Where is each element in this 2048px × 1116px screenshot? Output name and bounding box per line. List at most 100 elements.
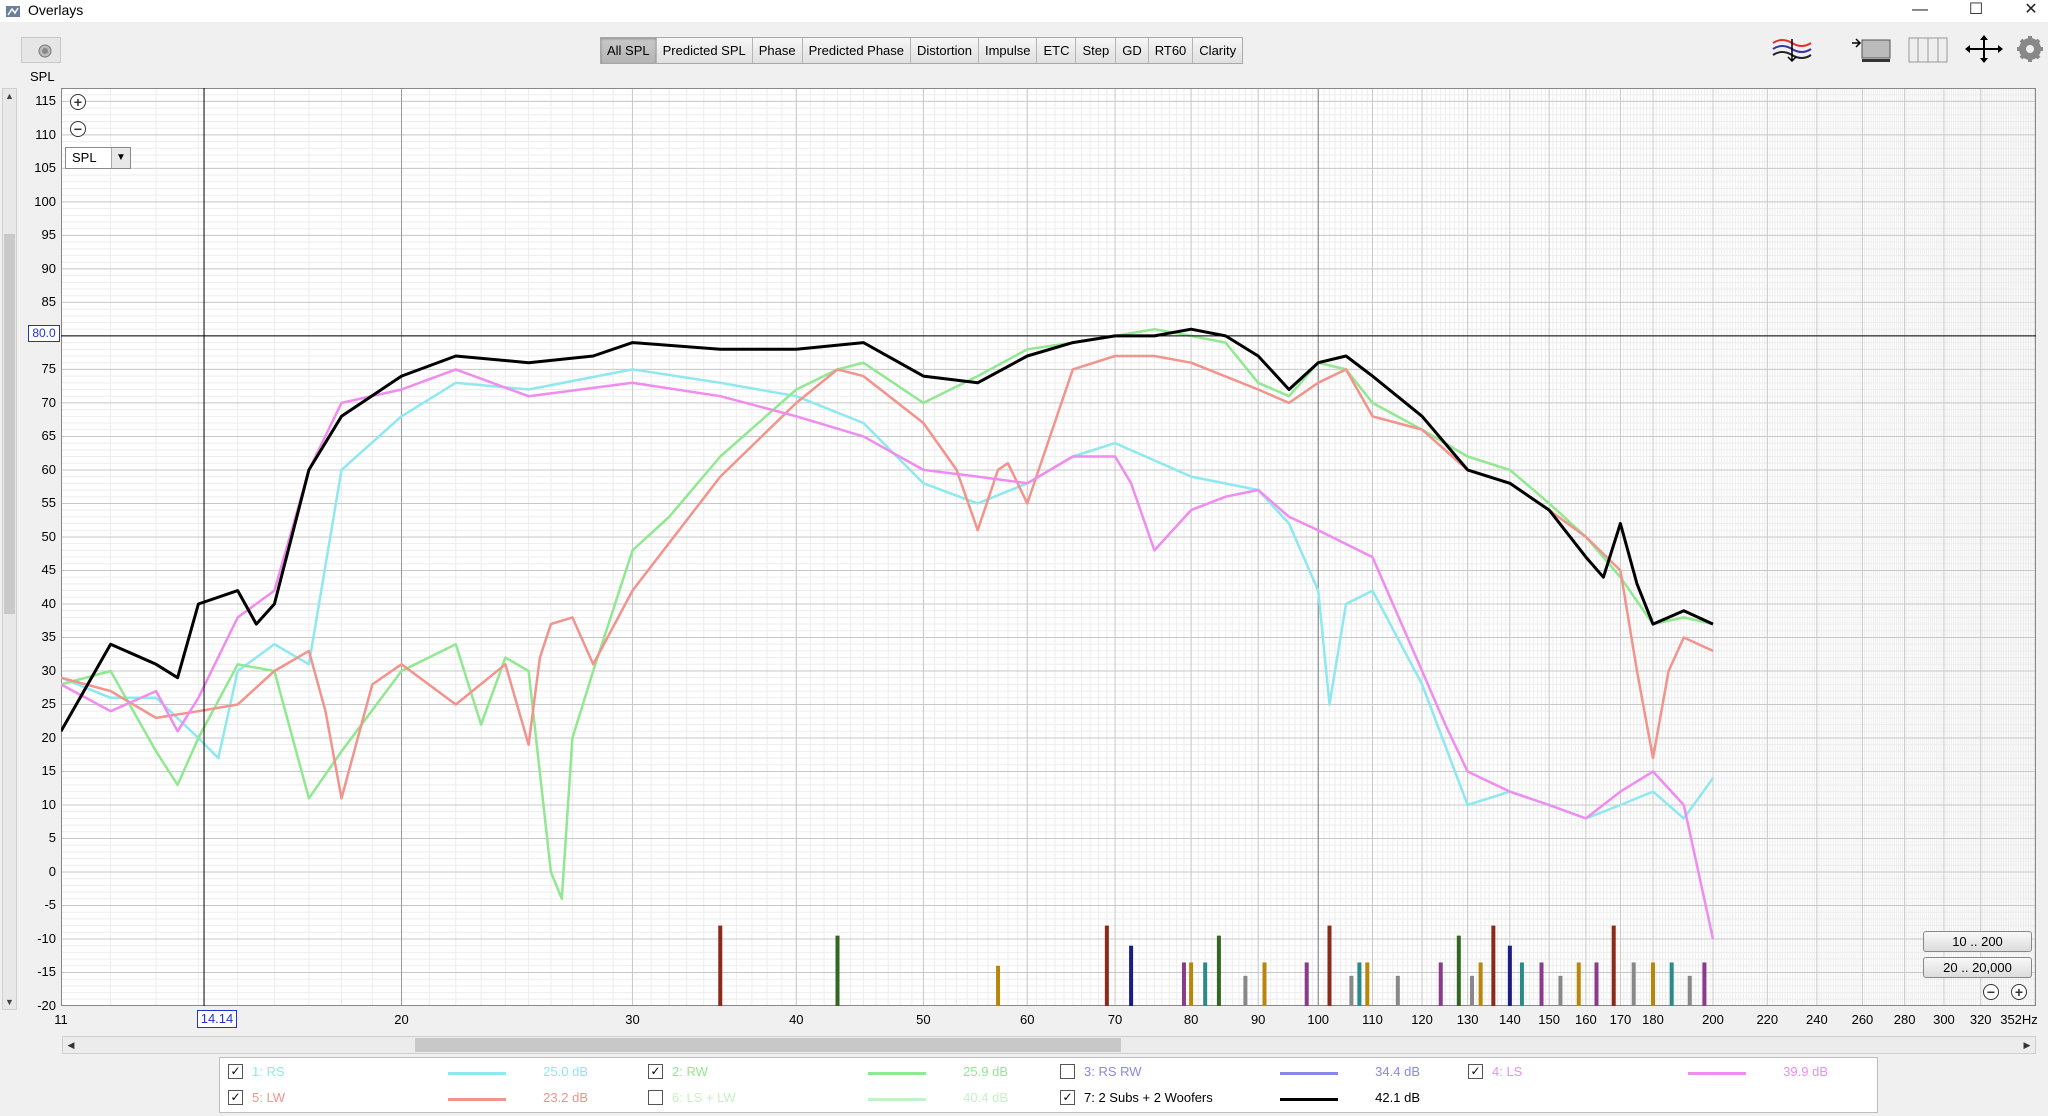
bar-marker <box>1181 962 1186 1006</box>
x-tick-label: 40 <box>789 1012 804 1027</box>
legend-label: 2: RW <box>672 1064 708 1079</box>
bar-marker <box>1631 962 1636 1006</box>
x-tick-label: 220 <box>1756 1012 1779 1027</box>
legend-value: 34.4 dB <box>1375 1064 1420 1079</box>
tab-phase[interactable]: Phase <box>752 38 803 63</box>
tab-step[interactable]: Step <box>1076 38 1117 63</box>
x-tick-label: 60 <box>1020 1012 1035 1027</box>
legend-swatch <box>448 1098 506 1101</box>
y-tick-label: -15 <box>37 964 56 980</box>
y-tick-label: 5 <box>48 830 56 846</box>
legend-label: 6: LS + LW <box>672 1090 736 1105</box>
legend-checkbox[interactable]: ✓ <box>1060 1090 1075 1105</box>
x-tick-label: 130 <box>1456 1012 1479 1027</box>
legend-value: 25.0 dB <box>543 1064 588 1079</box>
tab-clarity[interactable]: Clarity <box>1193 38 1243 63</box>
y-axis-title: SPL <box>30 69 55 84</box>
move-arrows-icon[interactable] <box>1962 33 2006 65</box>
bar-marker <box>1558 975 1563 1006</box>
tab-predicted-phase[interactable]: Predicted Phase <box>802 38 912 63</box>
x-tick-label: 280 <box>1893 1012 1916 1027</box>
x-tick-label: 260 <box>1851 1012 1874 1027</box>
y-tick-label: -10 <box>37 930 56 946</box>
legend-checkbox[interactable] <box>1060 1064 1075 1079</box>
x-tick-label: 140 <box>1498 1012 1521 1027</box>
x-tick-label: 160 <box>1575 1012 1597 1027</box>
tab-impulse[interactable]: Impulse <box>978 38 1038 63</box>
scroll-left-icon[interactable]: ◀ <box>63 1037 79 1053</box>
legend-item: ✓ 4: LS 39.9 dB <box>1468 1061 1868 1083</box>
y-tick-label: 50 <box>41 528 56 544</box>
bar-marker <box>1438 962 1443 1006</box>
y-zoom-in-icon[interactable]: + <box>2011 984 2027 1000</box>
bar-marker <box>835 935 840 1006</box>
x-tick-label: 110 <box>1362 1012 1383 1027</box>
bar-marker <box>1262 962 1267 1006</box>
x-tick-label: 200 <box>1702 1012 1724 1027</box>
minimize-button[interactable]: — <box>1897 0 1943 22</box>
x-tick-label: 20 <box>394 1012 409 1027</box>
scroll-right-icon[interactable]: ▶ <box>2019 1037 2035 1053</box>
range-20-20000-button[interactable]: 20 .. 20,000 <box>1923 957 2032 978</box>
bar-marker <box>1507 945 1512 1006</box>
x-tick-label: 352Hz <box>2000 1012 2038 1027</box>
graph-type-select[interactable]: SPL ▼ <box>65 147 131 169</box>
x-tick-label: 320 <box>1969 1012 1992 1027</box>
legend-checkbox[interactable]: ✓ <box>228 1090 243 1105</box>
close-button[interactable]: ✕ <box>2008 0 2048 22</box>
bar-marker <box>1203 962 1208 1006</box>
tab-predicted-spl[interactable]: Predicted SPL <box>656 38 753 63</box>
x-tick-label: 30 <box>625 1012 640 1027</box>
y-tick-label: 110 <box>35 126 56 142</box>
legend-checkbox[interactable]: ✓ <box>1468 1064 1483 1079</box>
tab-all-spl[interactable]: All SPL <box>601 38 657 63</box>
spl-graph[interactable] <box>61 88 2036 1006</box>
chevron-down-icon[interactable]: ▼ <box>111 148 130 168</box>
zoom-out-icon[interactable]: − <box>70 121 86 137</box>
layout-columns-icon[interactable] <box>1906 33 1950 65</box>
y-tick-label: -20 <box>37 998 56 1013</box>
graph-tabs: All SPL Predicted SPL Phase Predicted Phase… <box>600 37 1244 64</box>
bar-marker <box>1349 975 1354 1006</box>
maximize-button[interactable]: ☐ <box>1953 0 1999 22</box>
tab-distortion[interactable]: Distortion <box>911 38 979 63</box>
bar-marker <box>1478 962 1483 1006</box>
x-tick-label: 170 <box>1609 1012 1632 1027</box>
x-tick-label: 180 <box>1642 1012 1664 1027</box>
settings-gear-icon[interactable] <box>2012 33 2046 65</box>
x-tick-label: 80 <box>1183 1012 1199 1027</box>
bar-marker <box>1243 975 1248 1006</box>
x-tick-label: 100 <box>1307 1012 1330 1027</box>
y-tick-label: 40 <box>41 595 56 611</box>
plot-border <box>61 88 2036 1006</box>
bar-marker <box>1189 962 1194 1006</box>
x-tick-label: 150 <box>1538 1012 1560 1027</box>
zoom-in-icon[interactable]: + <box>70 94 86 110</box>
controls-panel-icon[interactable] <box>1850 33 1894 65</box>
bar-marker <box>1357 962 1362 1006</box>
legend-checkbox[interactable] <box>648 1090 663 1105</box>
legend-value: 42.1 dB <box>1375 1090 1420 1105</box>
legend-checkbox[interactable]: ✓ <box>228 1064 243 1079</box>
legend-label: 5: LW <box>252 1090 285 1105</box>
x-tick-label: 90 <box>1250 1012 1266 1027</box>
tab-etc[interactable]: ETC <box>1037 38 1077 63</box>
tab-rt60[interactable]: RT60 <box>1148 38 1194 63</box>
legend-swatch <box>1280 1098 1338 1101</box>
bar-marker <box>1539 962 1544 1006</box>
capture-graph-button[interactable] <box>21 37 61 63</box>
window-title: Overlays <box>28 2 84 18</box>
y-tick-label: 55 <box>41 495 56 511</box>
trace-arithmetic-icon[interactable] <box>1770 33 1814 65</box>
bar-marker <box>1365 962 1370 1006</box>
y-tick-label: 25 <box>41 696 56 712</box>
tab-gd[interactable]: GD <box>1116 38 1149 63</box>
range-10-200-button[interactable]: 10 .. 200 <box>1923 931 2032 952</box>
horizontal-scrollbar[interactable]: ◀ ▶ <box>62 1036 2036 1054</box>
legend-checkbox[interactable]: ✓ <box>648 1064 663 1079</box>
bar-marker <box>1104 925 1109 1006</box>
horizontal-scroll-thumb[interactable] <box>415 1038 1121 1052</box>
y-zoom-out-icon[interactable]: − <box>1983 984 1999 1000</box>
bar-marker <box>1594 962 1599 1006</box>
vertical-scroll-thumb[interactable] <box>4 234 15 614</box>
